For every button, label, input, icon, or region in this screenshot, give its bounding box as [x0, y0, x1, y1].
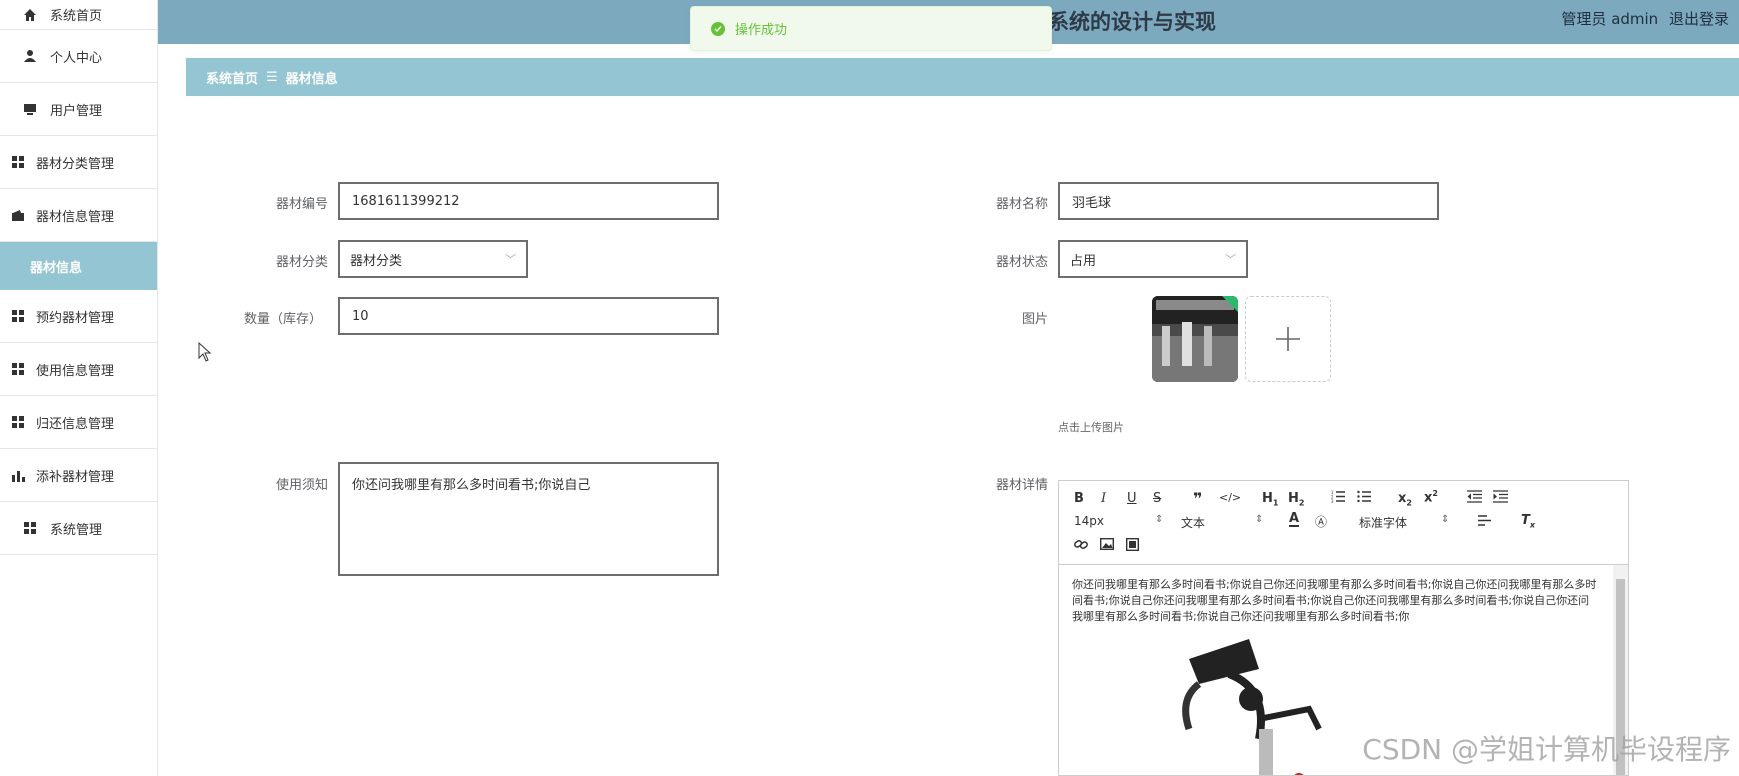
category-select-value: 器材分类: [350, 253, 403, 269]
sidebar-item-label: 器材分类管理: [36, 156, 115, 172]
sidebar-item-label: 添补器材管理: [36, 469, 115, 485]
editor-text: 你还问我哪里有那么多时间看书;你说自己你还问我哪里有那么多时间看书;你说自己你还…: [1072, 578, 1597, 623]
grid-icon: [22, 520, 38, 536]
font-family-select[interactable]: 标准字体: [1359, 514, 1407, 531]
upload-image-button[interactable]: [1245, 296, 1331, 382]
grid-icon: [10, 308, 26, 324]
watermark: CSDN @学姐计算机毕设程序: [1362, 733, 1731, 766]
grid-icon: [10, 414, 26, 430]
sidebar-item-label: 个人中心: [50, 50, 103, 66]
svg-text:3: 3: [1331, 499, 1334, 503]
status-label: 器材状态: [995, 255, 1048, 270]
sidebar-item-users[interactable]: 用户管理: [0, 83, 157, 136]
breadcrumb-home[interactable]: 系统首页: [206, 68, 258, 87]
user-name: 管理员 admin: [1561, 10, 1659, 28]
chevron-down-icon: ﹀: [1225, 253, 1236, 266]
sidebar-item-return[interactable]: 归还信息管理: [0, 396, 157, 449]
sidebar-subitem-equipment-info[interactable]: 器材信息: [0, 242, 157, 290]
mouse-cursor-icon: [198, 342, 212, 362]
qty-input[interactable]: 10: [338, 297, 719, 335]
sidebar-item-profile[interactable]: 个人中心: [0, 30, 157, 83]
block-type-select[interactable]: 文本: [1181, 514, 1205, 531]
background-color-icon[interactable]: Ⓐ: [1315, 513, 1327, 530]
chevron-updown-icon: ⇕: [1155, 514, 1164, 525]
notice-textarea[interactable]: 你还问我哪里有那么多时间看书;你说自己: [338, 462, 719, 576]
sidebar-item-equipment[interactable]: 器材信息管理: [0, 189, 157, 242]
uploaded-image-thumbnail[interactable]: [1152, 296, 1238, 382]
bullet-list-icon[interactable]: [1357, 490, 1371, 507]
category-label: 器材分类: [275, 255, 328, 270]
sidebar-item-label: 系统管理: [50, 522, 103, 538]
bike-image: [1182, 639, 1322, 775]
font-size-select[interactable]: 14px: [1074, 514, 1104, 528]
breadcrumb: 系统首页 ☰ 器材信息: [186, 58, 1739, 96]
sidebar-item-label: 器材信息: [30, 260, 83, 276]
breadcrumb-current: 器材信息: [285, 71, 338, 87]
video-icon[interactable]: [1125, 537, 1140, 555]
toast-message: 操作成功: [735, 23, 788, 38]
sidebar-item-label: 系统首页: [50, 9, 103, 24]
heading2-button[interactable]: H2: [1288, 491, 1304, 508]
sidebar-item-label: 用户管理: [50, 103, 103, 119]
status-select-value: 占用: [1070, 253, 1097, 269]
superscript-button[interactable]: x2: [1424, 489, 1438, 505]
image-icon[interactable]: [1099, 537, 1115, 554]
notice-label: 使用须知: [275, 478, 328, 493]
sidebar-item-label: 预约器材管理: [36, 310, 115, 326]
success-toast: 操作成功: [690, 6, 1052, 51]
sidebar-item-reservation[interactable]: 预约器材管理: [0, 290, 157, 343]
detail-label: 器材详情: [995, 478, 1048, 493]
qty-label: 数量（库存）: [243, 312, 322, 327]
chevron-down-icon: ﹀: [505, 253, 516, 266]
user-area: 管理员 admin 退出登录: [1555, 8, 1729, 29]
upload-hint: 点击上传图片: [1058, 421, 1124, 434]
name-label: 器材名称: [995, 197, 1048, 212]
heading1-button[interactable]: H1: [1262, 491, 1278, 508]
sidebar-item-home[interactable]: 系统首页: [0, 0, 157, 30]
bar-chart-icon: [10, 467, 26, 483]
name-input[interactable]: 羽毛球: [1058, 182, 1439, 220]
code-input[interactable]: 1681611399212: [338, 182, 719, 220]
sidebar-item-label: 器材信息管理: [36, 209, 115, 225]
code-label: 器材编号: [275, 197, 328, 212]
sidebar: 系统首页 个人中心 用户管理 器材分类管理 器材信息管理 器材信息 预约器材管理…: [0, 0, 158, 776]
grid-icon: [10, 154, 26, 170]
italic-button[interactable]: I: [1101, 491, 1106, 506]
plus-icon: [1276, 327, 1300, 351]
breadcrumb-separator: ☰: [266, 69, 278, 85]
subscript-button[interactable]: x2: [1398, 491, 1412, 508]
image-label: 图片: [1021, 312, 1048, 327]
indent-icon[interactable]: [1493, 490, 1508, 507]
sidebar-item-system[interactable]: 系统管理: [0, 502, 157, 555]
sidebar-item-label: 归还信息管理: [36, 416, 115, 432]
sidebar-item-category[interactable]: 器材分类管理: [0, 136, 157, 189]
outdent-icon[interactable]: [1467, 490, 1482, 507]
sidebar-item-restock[interactable]: 添补器材管理: [0, 449, 157, 502]
bold-button[interactable]: B: [1074, 491, 1084, 506]
home-icon: [22, 7, 38, 23]
chevron-updown-icon: ⇕: [1255, 514, 1264, 525]
check-icon: [711, 21, 725, 36]
user-icon: [22, 48, 38, 64]
link-icon[interactable]: [1074, 538, 1088, 555]
chevron-updown-icon: ⇕: [1441, 514, 1450, 525]
underline-button[interactable]: U: [1127, 491, 1137, 506]
editor-toolbar: B I U S ❞ </> H1 H2 123 x2 x2 14px ⇕ 文本 …: [1059, 481, 1628, 565]
sidebar-item-label: 使用信息管理: [36, 363, 115, 379]
category-select[interactable]: 器材分类 ﹀: [338, 240, 528, 278]
code-block-icon[interactable]: </>: [1219, 491, 1241, 504]
strike-button[interactable]: S: [1153, 491, 1161, 506]
sidebar-item-usage[interactable]: 使用信息管理: [0, 343, 157, 396]
status-select[interactable]: 占用 ﹀: [1058, 240, 1248, 278]
page-title: 系统的设计与实现: [1048, 10, 1216, 34]
quote-icon[interactable]: ❞: [1193, 489, 1202, 508]
wallet-icon: [10, 207, 26, 223]
grid-icon: [10, 361, 26, 377]
align-icon[interactable]: [1478, 515, 1491, 530]
logout-link[interactable]: 退出登录: [1669, 10, 1729, 28]
ordered-list-icon[interactable]: 123: [1331, 490, 1345, 507]
monitor-icon: [22, 101, 38, 117]
font-color-button[interactable]: A: [1289, 512, 1300, 527]
clear-format-icon[interactable]: Tx: [1521, 513, 1535, 530]
